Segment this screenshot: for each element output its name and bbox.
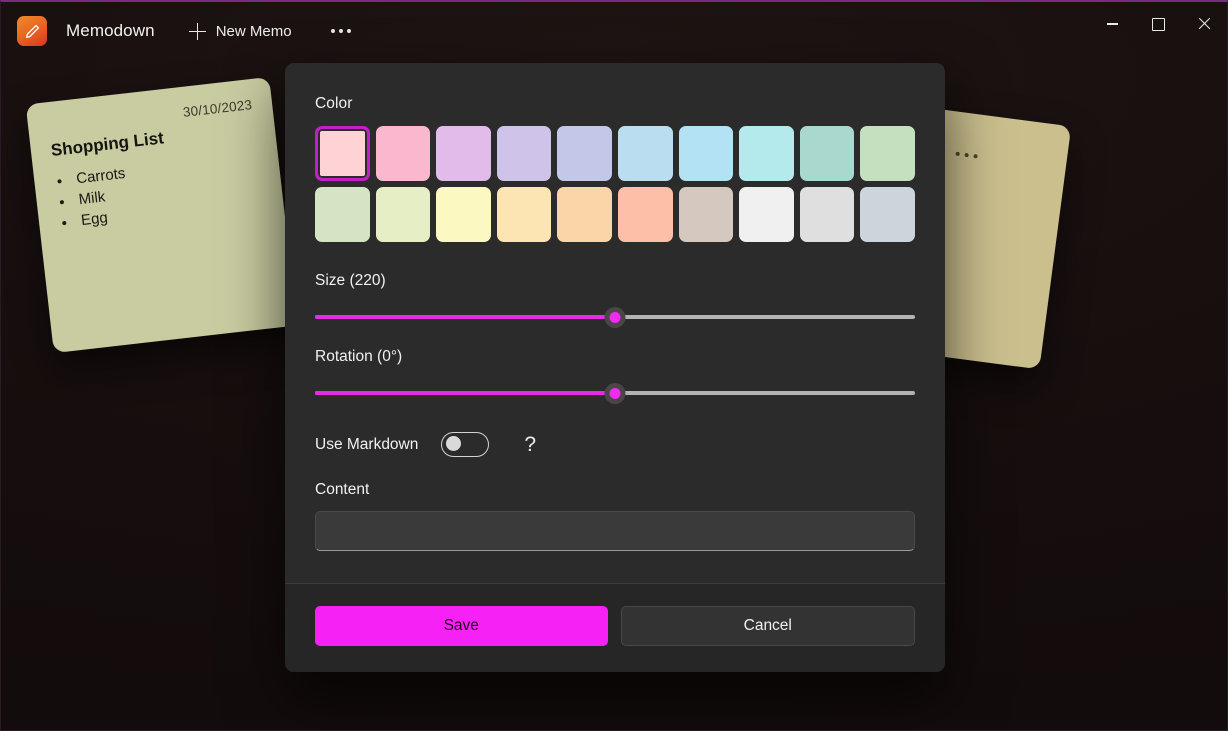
color-swatch-8[interactable] xyxy=(800,126,855,181)
plus-icon xyxy=(189,23,206,40)
rotation-slider[interactable] xyxy=(315,384,915,402)
size-slider-thumb[interactable] xyxy=(605,307,626,328)
save-button[interactable]: Save xyxy=(315,606,608,646)
color-swatch-18[interactable] xyxy=(800,187,855,242)
color-swatch-11[interactable] xyxy=(376,187,431,242)
rotation-slider-block: Rotation (0°) xyxy=(315,348,915,402)
close-icon[interactable] xyxy=(1181,2,1227,46)
color-swatch-9[interactable] xyxy=(860,126,915,181)
color-swatch-19[interactable] xyxy=(860,187,915,242)
new-memo-button[interactable]: New Memo xyxy=(177,12,304,50)
color-swatch-15[interactable] xyxy=(618,187,673,242)
color-swatch-2[interactable] xyxy=(436,126,491,181)
memo-settings-dialog: Color Size (220) Rotation (0°) xyxy=(285,63,945,672)
size-slider-label: Size (220) xyxy=(315,272,915,290)
more-options-icon[interactable] xyxy=(320,12,362,50)
color-swatch-16[interactable] xyxy=(679,187,734,242)
cancel-button[interactable]: Cancel xyxy=(621,606,916,646)
color-swatch-grid xyxy=(315,126,915,242)
content-input[interactable] xyxy=(315,511,915,551)
memo-item-list: Carrots Milk Egg xyxy=(71,148,264,232)
memo-overflow-icon[interactable] xyxy=(955,152,977,159)
pencil-icon xyxy=(17,16,47,46)
use-markdown-row: Use Markdown ? xyxy=(315,432,915,457)
titlebar-left-group: Memodown New Memo xyxy=(1,2,362,60)
dialog-body: Color Size (220) Rotation (0°) xyxy=(285,63,945,583)
color-section-label: Color xyxy=(315,95,915,113)
app-window: 30/10/2023 Shopping List Carrots Milk Eg… xyxy=(0,0,1228,731)
content-label: Content xyxy=(315,481,915,499)
color-swatch-3[interactable] xyxy=(497,126,552,181)
color-swatch-10[interactable] xyxy=(315,187,370,242)
help-icon[interactable]: ? xyxy=(524,434,536,455)
color-swatch-13[interactable] xyxy=(497,187,552,242)
color-swatch-5[interactable] xyxy=(618,126,673,181)
color-swatch-1[interactable] xyxy=(376,126,431,181)
memo-card-shopping-list[interactable]: 30/10/2023 Shopping List Carrots Milk Eg… xyxy=(26,77,298,353)
rotation-slider-label: Rotation (0°) xyxy=(315,348,915,366)
color-swatch-17[interactable] xyxy=(739,187,794,242)
color-swatch-12[interactable] xyxy=(436,187,491,242)
color-swatch-14[interactable] xyxy=(557,187,612,242)
minimize-icon[interactable] xyxy=(1089,2,1135,46)
rotation-slider-fill xyxy=(315,391,615,395)
use-markdown-label: Use Markdown xyxy=(315,436,418,454)
titlebar: Memodown New Memo xyxy=(1,2,1227,60)
color-swatch-7[interactable] xyxy=(739,126,794,181)
toggle-knob xyxy=(446,436,461,451)
new-memo-label: New Memo xyxy=(216,23,292,40)
size-slider[interactable] xyxy=(315,308,915,326)
app-title: Memodown xyxy=(66,21,155,41)
size-slider-block: Size (220) xyxy=(315,272,915,326)
use-markdown-toggle[interactable] xyxy=(441,432,489,457)
color-swatch-0[interactable] xyxy=(315,126,370,181)
window-controls xyxy=(1089,2,1227,46)
maximize-icon[interactable] xyxy=(1135,2,1181,46)
color-swatch-4[interactable] xyxy=(557,126,612,181)
size-slider-fill xyxy=(315,315,615,319)
dialog-footer: Save Cancel xyxy=(285,583,945,672)
rotation-slider-thumb[interactable] xyxy=(605,383,626,404)
color-swatch-6[interactable] xyxy=(679,126,734,181)
